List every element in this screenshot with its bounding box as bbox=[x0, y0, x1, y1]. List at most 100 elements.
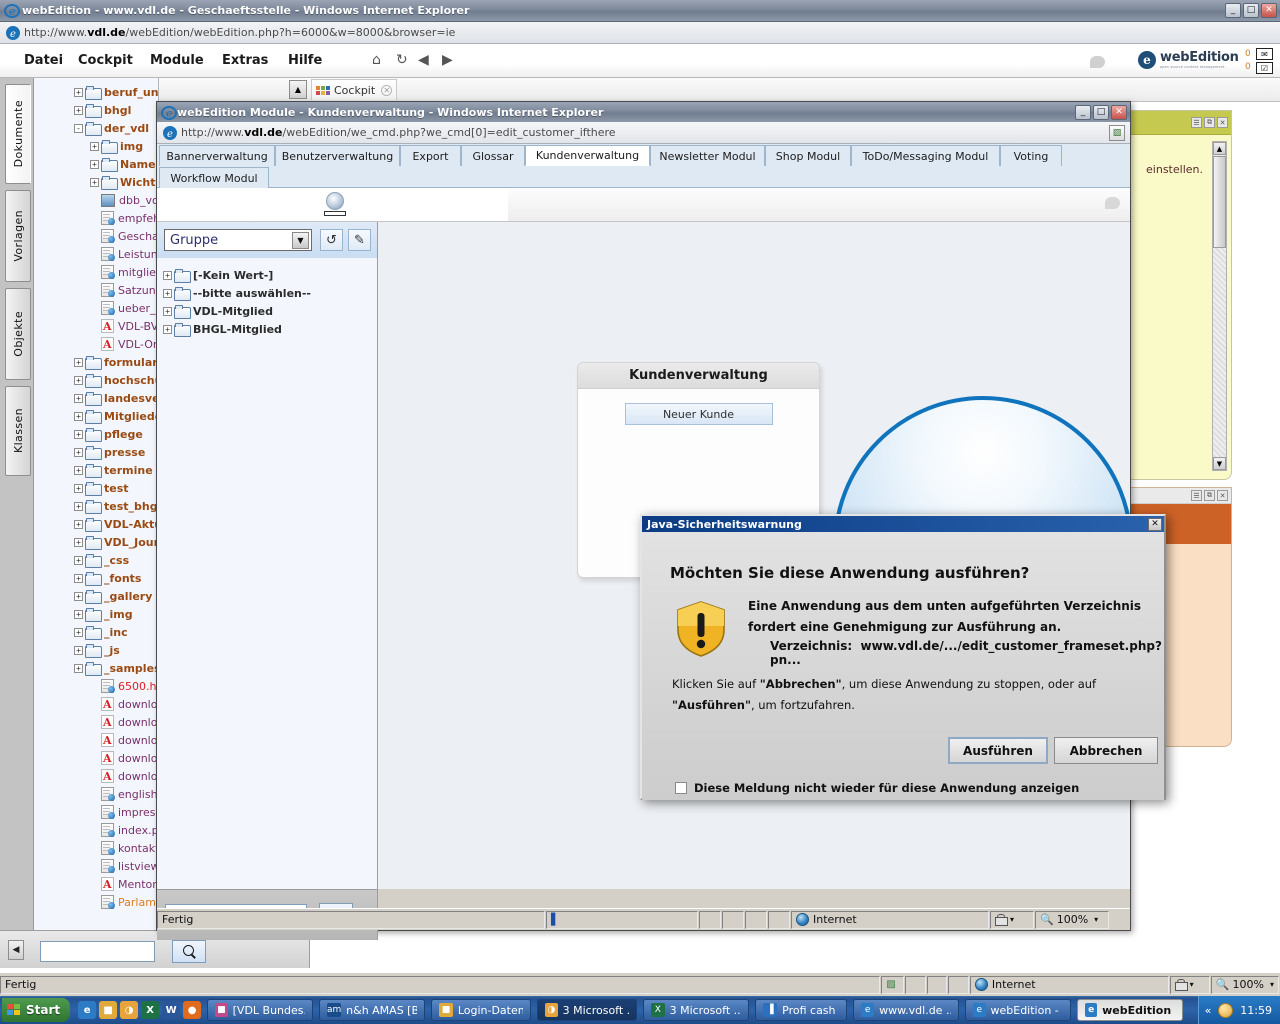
home-icon[interactable]: ⌂ bbox=[372, 52, 381, 68]
tree-item[interactable]: + _gallery bbox=[34, 587, 158, 605]
tab-close-icon[interactable]: ✕ bbox=[381, 84, 393, 96]
sidebar-item-klassen[interactable]: Klassen bbox=[5, 386, 31, 476]
tree-expander[interactable]: + bbox=[163, 324, 172, 334]
inner-minimize-button[interactable]: _ bbox=[1075, 105, 1091, 120]
java-security-dialog[interactable]: Java-Sicherheitswarnung ✕ Möchten Sie di… bbox=[640, 514, 1166, 800]
forward-icon[interactable]: ▶ bbox=[442, 52, 453, 68]
group-reload-button[interactable]: ↺ bbox=[320, 229, 343, 251]
tree-expander[interactable]: + bbox=[74, 465, 83, 475]
tree-expander[interactable]: + bbox=[74, 555, 83, 565]
module-tab[interactable]: Benutzerverwaltung bbox=[275, 145, 400, 166]
menu-datei[interactable]: Datei bbox=[24, 53, 63, 68]
tree-item[interactable]: + _inc bbox=[34, 623, 158, 641]
tree-expander[interactable]: + bbox=[163, 306, 172, 316]
tree-item[interactable]: + _js bbox=[34, 641, 158, 659]
group-edit-button[interactable]: ✎ bbox=[348, 229, 371, 251]
tree-expander[interactable]: + bbox=[90, 141, 99, 151]
tree-item[interactable]: Leistungsv bbox=[34, 245, 158, 263]
tree-expander[interactable]: - bbox=[74, 123, 83, 133]
word-icon[interactable]: W bbox=[162, 1001, 181, 1019]
tree-item[interactable]: download_6504 bbox=[34, 713, 158, 731]
tree-expander[interactable]: + bbox=[74, 447, 83, 457]
taskbar-button[interactable]: ▐ Profi cash bbox=[755, 999, 848, 1021]
outer-status-zone[interactable]: Internet bbox=[969, 975, 1169, 994]
tree-search-button[interactable] bbox=[172, 940, 206, 963]
java-run-button[interactable]: Ausführen bbox=[948, 737, 1048, 764]
tree-item[interactable]: + pflege bbox=[34, 425, 158, 443]
module-tab[interactable]: Glossar bbox=[461, 145, 525, 166]
panel-close-icon[interactable]: ✕ bbox=[1217, 117, 1228, 128]
tree-item[interactable]: + _css bbox=[34, 551, 158, 569]
tree-expander[interactable]: + bbox=[74, 573, 83, 583]
inner-status-zone[interactable]: Internet bbox=[791, 910, 989, 929]
outer-status-icon-slot[interactable]: ▨ bbox=[881, 975, 904, 994]
group-panel[interactable]: Gruppe ▼ ↺ ✎ + [-Kein Wert-] + --bitte ausw… bbox=[157, 222, 378, 940]
module-tab[interactable]: Bannerverwaltung bbox=[159, 145, 275, 166]
panel-menu-icon[interactable]: ☰ bbox=[1191, 117, 1202, 128]
mail-icon[interactable]: ✉ bbox=[1256, 48, 1273, 60]
menu-module[interactable]: Module bbox=[150, 53, 204, 68]
yellow-panel-scrollbar[interactable]: ▲ ▼ bbox=[1212, 141, 1227, 471]
tree-expander[interactable]: + bbox=[74, 105, 83, 115]
tree-item[interactable]: dbb_vorteil bbox=[34, 191, 158, 209]
menu-cockpit[interactable]: Cockpit bbox=[78, 53, 133, 68]
tree-expander[interactable]: + bbox=[74, 663, 83, 673]
tree-item[interactable]: + VDL_Journal_on bbox=[34, 533, 158, 551]
outer-status-protectedmode[interactable]: ▾ bbox=[1169, 975, 1210, 994]
tree-expander[interactable]: + bbox=[74, 357, 83, 367]
tree-item[interactable]: + hochschule_und bbox=[34, 371, 158, 389]
inner-maximize-button[interactable]: □ bbox=[1093, 105, 1109, 120]
tree-expander[interactable]: + bbox=[163, 270, 172, 280]
folder-icon[interactable]: ■ bbox=[99, 1001, 118, 1019]
quick-launch-bar[interactable]: e ■ ◑ X W ● bbox=[78, 1001, 202, 1019]
sidebar-item-vorlagen[interactable]: Vorlagen bbox=[5, 190, 31, 282]
tree-expander[interactable]: + bbox=[163, 288, 172, 298]
taskbar-button[interactable]: X 3 Microsoft ... bbox=[643, 999, 750, 1021]
sidebar-item-objekte[interactable]: Objekte bbox=[5, 288, 31, 380]
message-icons[interactable]: ✉ ☑ bbox=[1256, 48, 1273, 76]
panel-maximize-icon[interactable]: ⧉ bbox=[1204, 117, 1215, 128]
close-button[interactable]: ✕ bbox=[1261, 3, 1277, 18]
tree-item[interactable]: + landesverbaend bbox=[34, 389, 158, 407]
sidebar-item-dokumente[interactable]: Dokumente bbox=[5, 84, 31, 184]
maximize-button[interactable]: □ bbox=[1243, 3, 1259, 18]
tree-item[interactable]: 6500.html bbox=[34, 677, 158, 695]
tree-item[interactable]: index.php bbox=[34, 821, 158, 839]
group-tree[interactable]: + [-Kein Wert-] + --bitte auswählen-- + VDL-M… bbox=[163, 266, 311, 338]
group-select[interactable]: Gruppe ▼ bbox=[164, 229, 312, 251]
module-tab[interactable]: Voting bbox=[1000, 145, 1062, 166]
java-cancel-button[interactable]: Abbrechen bbox=[1054, 737, 1158, 764]
tree-expander[interactable]: + bbox=[74, 87, 83, 97]
tree-expander[interactable]: + bbox=[74, 519, 83, 529]
shield-icon[interactable] bbox=[1218, 1002, 1234, 1018]
tree-item[interactable]: + termine bbox=[34, 461, 158, 479]
tree-expander[interactable]: + bbox=[74, 645, 83, 655]
system-tray[interactable]: « 11:59 bbox=[1197, 996, 1280, 1024]
tree-item[interactable]: Mentorenprogra bbox=[34, 875, 158, 893]
tree-item[interactable]: empfehlung bbox=[34, 209, 158, 227]
tree-item[interactable]: + WichtigeDo bbox=[34, 173, 158, 191]
tray-expand-icon[interactable]: « bbox=[1205, 1004, 1212, 1017]
tree-item[interactable]: + Namen_Adr bbox=[34, 155, 158, 173]
group-tree-item[interactable]: + VDL-Mitglied bbox=[163, 302, 311, 320]
chevron-down-icon[interactable]: ▼ bbox=[292, 232, 309, 249]
tree-item[interactable]: download_7837 bbox=[34, 749, 158, 767]
tree-expander[interactable]: + bbox=[74, 609, 83, 619]
tree-item[interactable]: download_7838 bbox=[34, 767, 158, 785]
taskbar-button[interactable]: e webEdition - ... bbox=[965, 999, 1072, 1021]
scroll-down-icon[interactable]: ▼ bbox=[1213, 457, 1226, 470]
panel2-close-icon[interactable]: ✕ bbox=[1217, 490, 1228, 501]
tree-item[interactable]: impressum.php bbox=[34, 803, 158, 821]
ie-icon[interactable]: e bbox=[78, 1001, 97, 1019]
inner-window-titlebar[interactable]: e webEdition Module - Kundenverwaltung -… bbox=[157, 102, 1130, 122]
webedition-menubar[interactable]: Datei Cockpit Module Extras Hilfe ⌂ ↻ ◀ … bbox=[0, 44, 1280, 78]
tree-item[interactable]: + img bbox=[34, 137, 158, 155]
scroll-thumb[interactable] bbox=[1213, 156, 1226, 248]
tree-item[interactable]: + _img bbox=[34, 605, 158, 623]
back-icon[interactable]: ◀ bbox=[418, 52, 429, 68]
task-icon[interactable]: ☑ bbox=[1256, 62, 1273, 74]
tree-search-input[interactable] bbox=[40, 941, 155, 962]
tree-item[interactable]: + beruf_und_karriere bbox=[34, 83, 158, 101]
module-tab[interactable]: Kundenverwaltung bbox=[525, 145, 650, 166]
document-tree-panel[interactable]: + beruf_und_karriere + bhgl - der_vdl + img + Nam… bbox=[34, 78, 159, 930]
